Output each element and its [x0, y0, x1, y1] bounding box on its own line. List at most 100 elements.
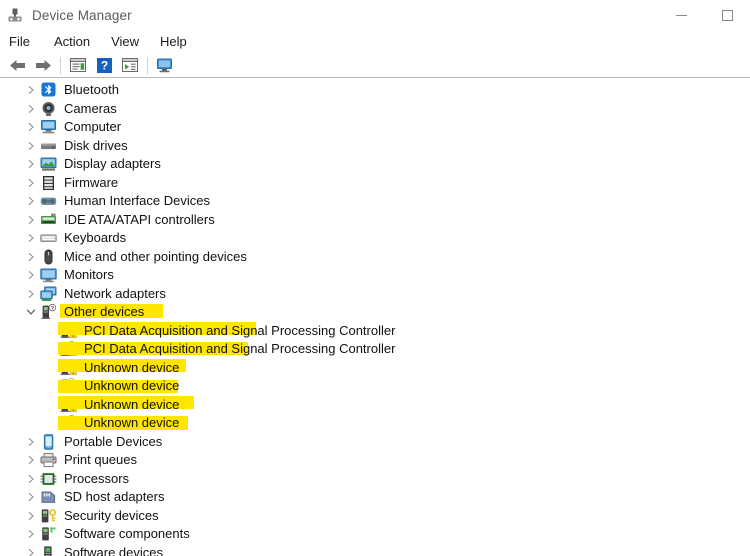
tree-item-label: Software components	[64, 526, 190, 542]
chevron-right-icon[interactable]	[24, 250, 38, 264]
tree-item[interactable]: Bluetooth	[0, 81, 750, 100]
maximize-icon	[721, 9, 733, 21]
tree-item[interactable]: Keyboards	[0, 229, 750, 248]
tree-item-label-wrap: Firmware	[64, 174, 118, 192]
tree-item[interactable]: ? Unknown device	[0, 395, 750, 415]
tree-item[interactable]: Security devices	[0, 507, 750, 526]
tree-item-label-wrap: Software components	[64, 525, 190, 543]
mouse-icon	[40, 249, 57, 265]
menu-action[interactable]: Action	[54, 34, 101, 49]
unknown-device-warning-icon: ?	[60, 359, 78, 376]
tree-item-label: Human Interface Devices	[64, 193, 210, 209]
update-driver-icon	[121, 57, 139, 73]
minimize-button[interactable]	[658, 0, 704, 30]
menu-help[interactable]: Help	[160, 34, 198, 49]
chevron-right-icon[interactable]	[24, 527, 38, 541]
firmware-icon	[40, 175, 57, 191]
tree-item[interactable]: SD host adapters	[0, 488, 750, 507]
unknown-device-warning-icon: ?	[60, 341, 78, 357]
chevron-right-icon[interactable]	[24, 472, 38, 486]
tree-item[interactable]: ? Unknown device	[0, 414, 750, 433]
chevron-right-icon[interactable]	[24, 157, 38, 171]
tree-item[interactable]: Human Interface Devices	[0, 192, 750, 211]
tree-item-label-wrap: Computer	[64, 118, 121, 136]
tree-item[interactable]: ? Unknown device	[0, 377, 750, 396]
disk-drive-icon	[40, 138, 57, 154]
chevron-right-icon[interactable]	[24, 490, 38, 504]
tree-item[interactable]: Mice and other pointing devices	[0, 248, 750, 267]
chevron-right-icon[interactable]	[24, 268, 38, 282]
tree-item-label-wrap: SD host adapters	[64, 488, 164, 506]
tree-item[interactable]: Computer	[0, 118, 750, 137]
tree-item[interactable]: Monitors	[0, 266, 750, 285]
tree-item-label-wrap: Unknown device	[58, 358, 186, 377]
keyboard-icon	[40, 230, 57, 246]
chevron-down-icon[interactable]	[24, 305, 38, 319]
properties-button[interactable]	[65, 53, 91, 77]
tree-item[interactable]: Display adapters	[0, 155, 750, 174]
portable-device-icon	[40, 434, 57, 450]
chevron-right-icon[interactable]	[24, 453, 38, 467]
chevron-right-icon[interactable]	[24, 194, 38, 208]
tree-item-label: Cameras	[64, 100, 117, 116]
tree-item-label-wrap: Display adapters	[64, 155, 161, 173]
tree-item-label: Print queues	[64, 452, 137, 468]
chevron-right-icon[interactable]	[24, 120, 38, 134]
svg-text:?: ?	[70, 379, 73, 385]
tree-item[interactable]: ? Unknown device	[0, 358, 750, 378]
tree-item-label-wrap: Software devices	[64, 544, 163, 556]
unknown-device-warning-icon: ?	[60, 396, 78, 413]
svg-text:?: ?	[70, 361, 73, 367]
chevron-right-icon[interactable]	[24, 287, 38, 301]
chevron-right-icon[interactable]	[24, 83, 38, 97]
chevron-right-icon[interactable]	[24, 213, 38, 227]
chevron-right-icon[interactable]	[24, 435, 38, 449]
tree-item-label-wrap: Unknown device	[58, 377, 179, 395]
maximize-button[interactable]	[704, 0, 750, 30]
tree-item[interactable]: Network adapters	[0, 285, 750, 304]
tree-item[interactable]: Cameras	[0, 100, 750, 119]
chevron-right-icon[interactable]	[24, 546, 38, 556]
tree-item-label-wrap: Portable Devices	[64, 433, 162, 451]
tree-item[interactable]: ? PCI Data Acquisition and Signal Process…	[0, 340, 750, 359]
tree-item-label-wrap: Bluetooth	[64, 81, 119, 99]
scan-hardware-button[interactable]	[152, 53, 178, 77]
menu-view[interactable]: View	[111, 34, 150, 49]
chevron-right-icon[interactable]	[24, 509, 38, 523]
tree-item[interactable]: Disk drives	[0, 137, 750, 156]
tree-item-label-wrap: Cameras	[64, 100, 117, 118]
computer-icon	[40, 119, 57, 135]
tree-item[interactable]: Software components	[0, 525, 750, 544]
unknown-device-warning-icon: ?	[60, 322, 78, 339]
forward-button[interactable]	[30, 53, 56, 77]
tree-item-label: Computer	[64, 119, 122, 135]
chevron-right-icon[interactable]	[24, 176, 38, 190]
tree-item[interactable]: Portable Devices	[0, 433, 750, 452]
tree-item[interactable]: Processors	[0, 470, 750, 489]
chevron-right-icon[interactable]	[24, 231, 38, 245]
tree-item[interactable]: Print queues	[0, 451, 750, 470]
forward-arrow-icon	[34, 58, 53, 73]
tree-item-label: Monitors	[64, 267, 114, 283]
tree-item-label-wrap: Processors	[64, 470, 129, 488]
device-tree[interactable]: Bluetooth Cameras Computer Disk drives Displ…	[0, 78, 750, 556]
tree-item-label-wrap: Mice and other pointing devices	[64, 248, 247, 266]
chevron-right-icon[interactable]	[24, 102, 38, 116]
back-button[interactable]	[4, 53, 30, 77]
tree-item[interactable]: Firmware	[0, 174, 750, 193]
tree-item[interactable]: ? Other devices	[0, 303, 750, 322]
tree-item[interactable]: Software devices	[0, 544, 750, 556]
svg-text:?: ?	[51, 306, 54, 312]
tree-item[interactable]: IDE ATA/ATAPI controllers	[0, 211, 750, 230]
display-adapter-icon	[40, 156, 57, 172]
network-adapter-icon	[40, 286, 57, 302]
help-button[interactable]: ?	[91, 53, 117, 77]
update-driver-button[interactable]	[117, 53, 143, 77]
minimize-icon	[675, 14, 687, 16]
menu-file[interactable]: File	[9, 34, 41, 49]
tree-item-label: Unknown device	[84, 359, 180, 375]
tree-item[interactable]: ? PCI Data Acquisition and Signal Process…	[0, 321, 750, 341]
chevron-right-icon[interactable]	[24, 139, 38, 153]
tree-item-label-wrap: PCI Data Acquisition and Signal Processi…	[58, 340, 395, 358]
tree-item-label: Keyboards	[64, 230, 127, 246]
